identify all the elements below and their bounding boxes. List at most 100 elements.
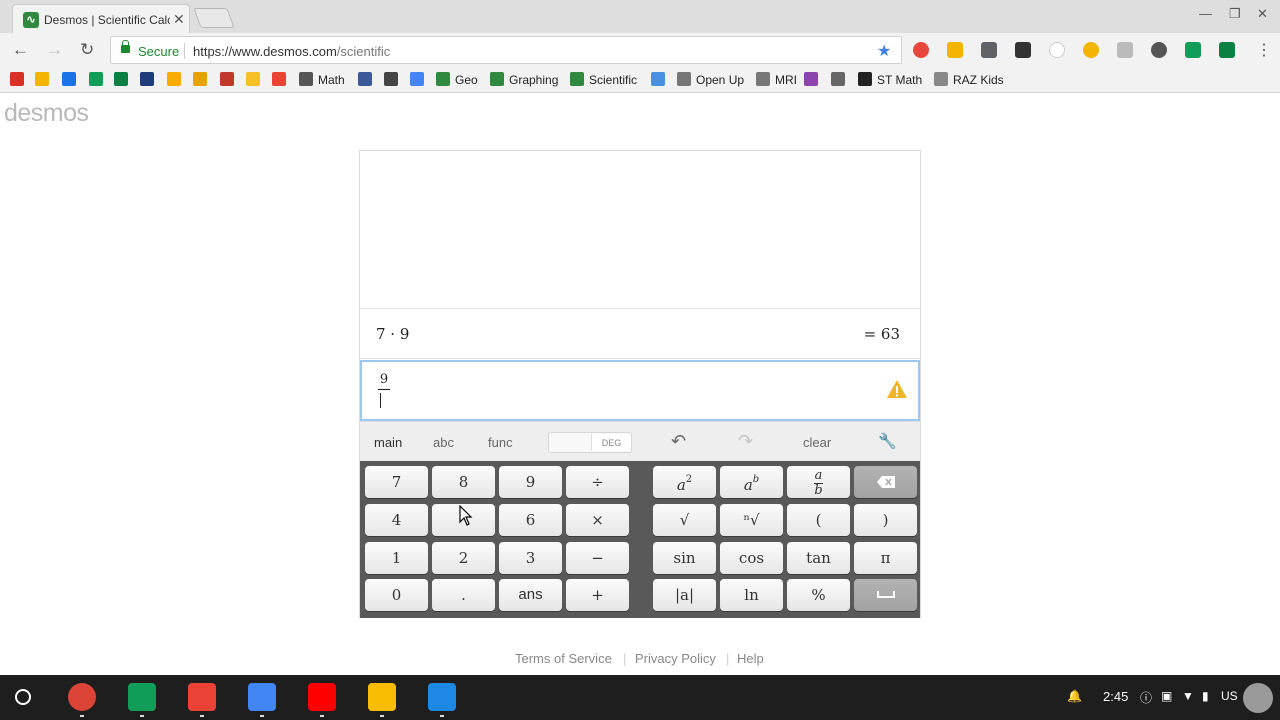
tab-desmos[interactable]: ∿ Desmos | Scientific Calculator ✕: [12, 4, 190, 33]
bookmark-graphing[interactable]: Graphing: [490, 72, 558, 88]
bookmark-math[interactable]: Math: [299, 72, 345, 88]
key-1[interactable]: 1: [365, 542, 428, 574]
wifi-icon[interactable]: ▼: [1182, 689, 1194, 703]
key-0[interactable]: 0: [365, 579, 428, 611]
cast-icon[interactable]: [1219, 42, 1235, 58]
terms-link[interactable]: Terms of Service: [515, 651, 612, 666]
clock[interactable]: 2:45: [1103, 689, 1128, 704]
bookmark-item-2[interactable]: [62, 72, 76, 88]
key-cos[interactable]: cos: [720, 542, 783, 574]
bookmark-item-8[interactable]: [220, 72, 234, 88]
bookmark-mri[interactable]: MRI: [756, 72, 797, 88]
undo-icon[interactable]: ↶: [671, 431, 686, 452]
status-display-icon[interactable]: ▣: [1161, 689, 1172, 703]
extension-circle-icon[interactable]: [1049, 42, 1065, 58]
bookmark-item-6[interactable]: [167, 72, 181, 88]
bookmark-item-4[interactable]: [114, 72, 128, 88]
extension-clock-icon[interactable]: [1083, 42, 1099, 58]
status-info-icon[interactable]: ⓘ: [1140, 689, 1152, 706]
key-abs[interactable]: |a|: [653, 579, 716, 611]
key-backspace[interactable]: [854, 466, 917, 498]
key-percent[interactable]: %: [787, 579, 850, 611]
key-7[interactable]: 7: [365, 466, 428, 498]
key-ans[interactable]: ans: [499, 579, 562, 611]
key-square[interactable]: a2: [653, 466, 716, 498]
key-8[interactable]: 8: [432, 466, 495, 498]
key-6[interactable]: 6: [499, 504, 562, 536]
notification-bell-icon[interactable]: 🔔: [1067, 689, 1082, 703]
clear-button[interactable]: clear: [803, 435, 831, 450]
bookmark-item-9[interactable]: [246, 72, 260, 88]
back-icon[interactable]: ←: [12, 40, 29, 60]
bookmark-geo[interactable]: Geo: [436, 72, 478, 88]
tab-main[interactable]: main: [374, 435, 402, 450]
docs-app-icon[interactable]: [248, 683, 276, 711]
minimize-icon[interactable]: —: [1199, 6, 1212, 21]
chrome-app-icon[interactable]: [68, 683, 96, 711]
bookmark-star-icon[interactable]: ★: [877, 41, 891, 61]
youtube-app-icon[interactable]: [308, 683, 336, 711]
bookmark-item-1[interactable]: [35, 72, 49, 88]
bookmark-item-12[interactable]: [358, 72, 372, 88]
reload-icon[interactable]: ↻: [80, 40, 94, 60]
key-decimal[interactable]: .: [432, 579, 495, 611]
history-row[interactable]: 7 · 9 = 63: [360, 309, 920, 359]
close-tab-icon[interactable]: ✕: [173, 11, 185, 28]
extension-drive-icon[interactable]: [947, 42, 963, 58]
maximize-icon[interactable]: ❐: [1229, 6, 1241, 22]
angle-mode-toggle[interactable]: DEG: [548, 432, 632, 453]
expression-input[interactable]: 9: [360, 360, 920, 421]
url-text[interactable]: https://www.desmos.com/scientific: [193, 44, 390, 59]
key-3[interactable]: 3: [499, 542, 562, 574]
bookmark-scientific[interactable]: Scientific: [570, 72, 637, 88]
launcher-icon[interactable]: [15, 689, 31, 705]
bookmark-item-21[interactable]: [804, 72, 818, 88]
bookmark-item-13[interactable]: [384, 72, 398, 88]
key-power[interactable]: ab: [720, 466, 783, 498]
bookmark-item-7[interactable]: [193, 72, 207, 88]
bookmark-item-10[interactable]: [272, 72, 286, 88]
geometry-app-app-icon[interactable]: [428, 683, 456, 711]
tab-abc[interactable]: abc: [433, 435, 454, 450]
bookmark-item-5[interactable]: [140, 72, 154, 88]
warning-icon[interactable]: [886, 379, 908, 399]
key-tan[interactable]: tan: [787, 542, 850, 574]
tab-func[interactable]: func: [488, 435, 513, 450]
keep-app-icon[interactable]: [368, 683, 396, 711]
key-2[interactable]: 2: [432, 542, 495, 574]
key-4[interactable]: 4: [365, 504, 428, 536]
key-subtract[interactable]: −: [566, 542, 629, 574]
key-left-paren[interactable]: (: [787, 504, 850, 536]
extension-shield-icon[interactable]: [981, 42, 997, 58]
key-nth-root[interactable]: ⁿ√: [720, 504, 783, 536]
key-add[interactable]: +: [566, 579, 629, 611]
extension-puzzle-icon[interactable]: [1015, 42, 1031, 58]
gmail-app-icon[interactable]: [188, 683, 216, 711]
desmos-logo[interactable]: desmos: [4, 99, 89, 128]
redo-icon[interactable]: ↷: [738, 431, 753, 452]
bookmark-item-18[interactable]: [651, 72, 665, 88]
bookmark-item-14[interactable]: [410, 72, 424, 88]
drive-app-icon[interactable]: [128, 683, 156, 711]
key-fraction[interactable]: ab: [787, 466, 850, 498]
extension-green-icon[interactable]: [1185, 42, 1201, 58]
new-tab-button[interactable]: [193, 8, 235, 28]
key-9[interactable]: 9: [499, 466, 562, 498]
key-divide[interactable]: ÷: [566, 466, 629, 498]
locale-label[interactable]: US: [1221, 689, 1238, 703]
key-pi[interactable]: π: [854, 542, 917, 574]
browser-menu-icon[interactable]: ⋮: [1256, 40, 1272, 60]
user-avatar[interactable]: [1243, 683, 1273, 713]
key-ln[interactable]: ln: [720, 579, 783, 611]
privacy-link[interactable]: Privacy Policy: [635, 651, 716, 666]
key-enter[interactable]: [854, 579, 917, 611]
settings-wrench-icon[interactable]: 🔧: [878, 432, 897, 450]
battery-icon[interactable]: ▮: [1202, 689, 1209, 703]
bookmark-open-up[interactable]: Open Up: [677, 72, 744, 88]
extension-d-icon[interactable]: [1117, 42, 1133, 58]
help-link[interactable]: Help: [737, 651, 764, 666]
bookmark-st-math[interactable]: ST Math: [858, 72, 922, 88]
key-multiply[interactable]: ×: [566, 504, 629, 536]
bookmark-item-22[interactable]: [831, 72, 845, 88]
key-sqrt[interactable]: √: [653, 504, 716, 536]
